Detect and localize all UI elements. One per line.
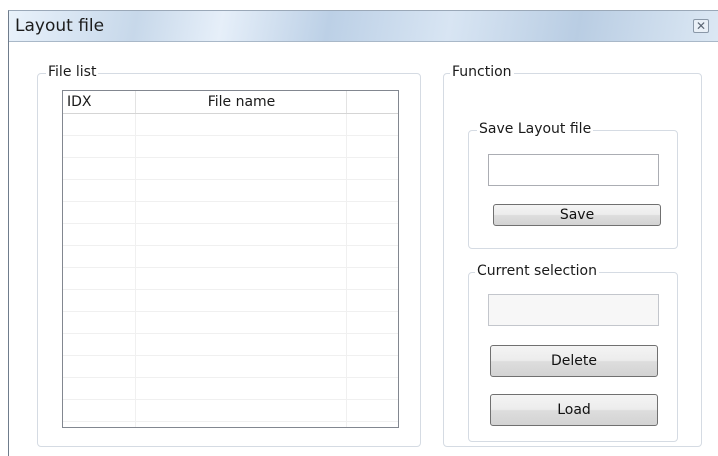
file-list-group-label: File list bbox=[46, 64, 99, 80]
table-row[interactable] bbox=[63, 180, 398, 202]
table-cell-idx bbox=[63, 356, 136, 377]
file-list-rows bbox=[63, 114, 398, 427]
dialog-client-area: File list IDX File name Function Save La… bbox=[9, 42, 718, 456]
table-row[interactable] bbox=[63, 422, 398, 427]
table-cell-file-name bbox=[135, 202, 347, 223]
table-cell-file-name bbox=[135, 356, 347, 377]
table-row[interactable] bbox=[63, 202, 398, 224]
table-cell-idx bbox=[63, 334, 136, 355]
table-cell-idx bbox=[63, 224, 136, 245]
table-cell-idx bbox=[63, 422, 136, 427]
table-cell-file-name bbox=[135, 114, 347, 135]
table-cell-idx bbox=[63, 136, 136, 157]
file-list-group: File list IDX File name bbox=[37, 64, 421, 447]
column-header-empty[interactable] bbox=[346, 91, 398, 113]
save-layout-group-label: Save Layout file bbox=[477, 121, 594, 137]
table-row[interactable] bbox=[63, 136, 398, 158]
table-row[interactable] bbox=[63, 246, 398, 268]
table-cell-file-name bbox=[135, 268, 347, 289]
table-cell-idx bbox=[63, 114, 136, 135]
table-row[interactable] bbox=[63, 268, 398, 290]
save-button[interactable]: Save bbox=[493, 204, 661, 226]
table-row[interactable] bbox=[63, 356, 398, 378]
table-row[interactable] bbox=[63, 158, 398, 180]
current-selection-group-label: Current selection bbox=[475, 263, 599, 279]
function-group: Function Save Layout file Save Current s… bbox=[443, 64, 702, 447]
close-icon[interactable]: ✕ bbox=[693, 19, 709, 33]
current-selection-field bbox=[488, 294, 659, 326]
table-cell-file-name bbox=[135, 246, 347, 267]
title-bar[interactable]: Layout file ✕ bbox=[9, 11, 718, 42]
load-button[interactable]: Load bbox=[490, 394, 658, 426]
column-header-idx[interactable]: IDX bbox=[63, 91, 135, 113]
table-cell-idx bbox=[63, 202, 136, 223]
table-row[interactable] bbox=[63, 334, 398, 356]
table-cell-idx bbox=[63, 268, 136, 289]
table-cell-file-name bbox=[135, 378, 347, 399]
table-row[interactable] bbox=[63, 290, 398, 312]
table-cell-idx bbox=[63, 378, 136, 399]
table-cell-file-name bbox=[135, 158, 347, 179]
current-selection-group: Current selection Delete Load bbox=[468, 263, 678, 442]
table-cell-file-name bbox=[135, 334, 347, 355]
table-row[interactable] bbox=[63, 400, 398, 422]
table-cell-file-name bbox=[135, 400, 347, 421]
window-title: Layout file bbox=[15, 16, 105, 36]
table-cell-file-name bbox=[135, 290, 347, 311]
file-list-header: IDX File name bbox=[63, 91, 398, 114]
function-group-label: Function bbox=[450, 64, 514, 80]
table-cell-idx bbox=[63, 180, 136, 201]
table-row[interactable] bbox=[63, 114, 398, 136]
file-list-view[interactable]: IDX File name bbox=[62, 90, 399, 428]
layout-file-window: Layout file ✕ File list IDX File name Fu… bbox=[8, 10, 718, 456]
table-row[interactable] bbox=[63, 224, 398, 246]
table-cell-file-name bbox=[135, 136, 347, 157]
save-layout-group: Save Layout file Save bbox=[468, 121, 678, 249]
table-cell-idx bbox=[63, 400, 136, 421]
table-cell-file-name bbox=[135, 422, 347, 427]
table-cell-idx bbox=[63, 246, 136, 267]
table-cell-file-name bbox=[135, 312, 347, 333]
table-cell-file-name bbox=[135, 180, 347, 201]
save-filename-input[interactable] bbox=[488, 154, 659, 186]
column-header-file-name[interactable]: File name bbox=[135, 91, 347, 113]
delete-button[interactable]: Delete bbox=[490, 345, 658, 377]
table-row[interactable] bbox=[63, 378, 398, 400]
table-cell-file-name bbox=[135, 224, 347, 245]
table-cell-idx bbox=[63, 312, 136, 333]
table-row[interactable] bbox=[63, 312, 398, 334]
table-cell-idx bbox=[63, 158, 136, 179]
table-cell-idx bbox=[63, 290, 136, 311]
